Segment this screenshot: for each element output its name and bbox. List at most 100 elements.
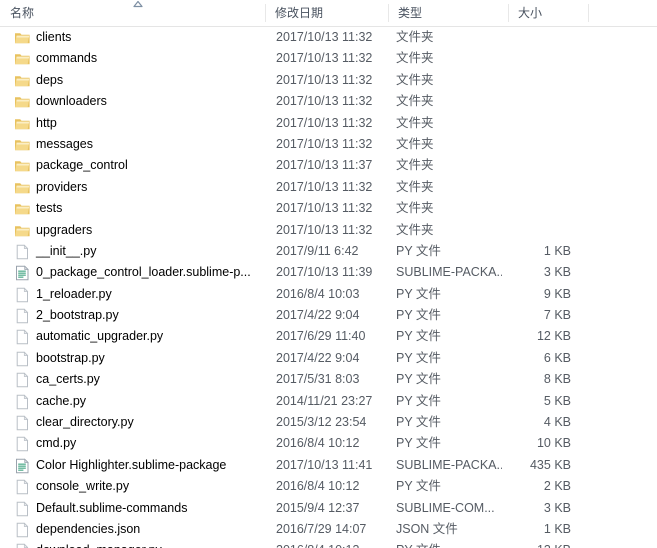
file-name-cell[interactable]: automatic_upgrader.py — [14, 326, 266, 347]
table-row[interactable]: providers 2017/10/13 11:32 文件夹 — [0, 177, 657, 198]
file-type-cell: PY 文件 — [396, 372, 441, 387]
file-size-cell — [498, 220, 578, 241]
file-name-cell[interactable]: cmd.py — [14, 433, 266, 454]
file-date-modified-cell: 2017/10/13 11:32 — [276, 30, 373, 44]
table-row[interactable]: upgraders 2017/10/13 11:32 文件夹 — [0, 220, 657, 241]
table-row[interactable]: dependencies.json 2016/7/29 14:07 JSON 文件 1… — [0, 519, 657, 540]
file-icon — [14, 415, 31, 431]
file-name-cell[interactable]: commands — [14, 48, 266, 69]
file-type-cell: 文件夹 — [396, 201, 434, 216]
file-name-cell[interactable]: clear_directory.py — [14, 412, 266, 433]
file-name-cell[interactable]: bootstrap.py — [14, 348, 266, 369]
table-row[interactable]: deps 2017/10/13 11:32 文件夹 — [0, 70, 657, 91]
table-row[interactable]: Default.sublime-commands 2015/9/4 12:37 SU… — [0, 498, 657, 519]
file-size-cell: 1 KB — [543, 243, 571, 258]
file-date-modified-cell: 2014/11/21 23:27 — [276, 393, 373, 408]
file-size-cell — [498, 134, 578, 155]
file-name-label: 0_package_control_loader.sublime-p... — [36, 265, 251, 280]
file-type-cell: PY 文件 — [396, 286, 441, 301]
file-name-cell[interactable]: http — [14, 113, 266, 134]
table-row[interactable]: bootstrap.py 2017/4/22 9:04 PY 文件 6 KB — [0, 348, 657, 369]
folder-icon — [14, 158, 31, 174]
file-name-label: 1_reloader.py — [36, 286, 112, 301]
file-name-cell[interactable]: downloaders — [14, 91, 266, 112]
folder-icon — [14, 51, 31, 67]
column-header-type[interactable]: 类型 — [388, 0, 508, 26]
file-date-modified-cell: 2017/10/13 11:32 — [276, 115, 373, 130]
file-size-cell — [498, 48, 578, 69]
file-name-cell[interactable]: cache.py — [14, 391, 266, 412]
file-type-cell: JSON 文件 — [396, 521, 458, 536]
table-row[interactable]: clients 2017/10/13 11:32 文件夹 — [0, 27, 657, 48]
table-row[interactable]: clear_directory.py 2015/3/12 23:54 PY 文件 4 … — [0, 412, 657, 433]
file-type-cell: 文件夹 — [396, 222, 434, 237]
file-size-cell: 3 KB — [543, 500, 571, 515]
file-name-cell[interactable]: 1_reloader.py — [14, 284, 266, 305]
file-name-cell[interactable]: tests — [14, 198, 266, 219]
file-type-cell: PY 文件 — [396, 479, 441, 494]
file-date-modified-cell: 2017/10/13 11:32 — [276, 136, 373, 151]
table-row[interactable]: download_manager.py 2016/8/4 10:13 PY 文件13… — [0, 540, 657, 548]
file-date-modified-cell: 2017/10/13 11:32 — [276, 94, 373, 109]
file-name-cell[interactable]: deps — [14, 70, 266, 91]
table-row[interactable]: tests 2017/10/13 11:32 文件夹 — [0, 198, 657, 219]
file-list[interactable]: clients 2017/10/13 11:32 文件夹 commands 2017/1… — [0, 27, 657, 548]
table-row[interactable]: cmd.py 2016/8/4 10:12 PY 文件 10 KB — [0, 433, 657, 454]
file-name-cell[interactable]: dependencies.json — [14, 519, 266, 540]
file-name-cell[interactable]: download_manager.py — [14, 540, 266, 548]
package-icon — [14, 458, 31, 474]
column-header-size[interactable]: 大小 — [508, 0, 588, 26]
file-name-label: messages — [36, 136, 93, 151]
column-header-date-modified[interactable]: 修改日期 — [265, 0, 388, 26]
file-type-cell: SUBLIME-PACKA... — [396, 457, 502, 472]
file-size-cell: 4 KB — [543, 415, 571, 430]
table-row[interactable]: downloaders 2017/10/13 11:32 文件夹 — [0, 91, 657, 112]
file-name-cell[interactable]: messages — [14, 134, 266, 155]
file-name-cell[interactable]: providers — [14, 177, 266, 198]
column-header-empty-tail[interactable] — [588, 0, 657, 26]
file-type-cell: 文件夹 — [396, 136, 434, 151]
file-name-cell[interactable]: 0_package_control_loader.sublime-p... — [14, 262, 266, 283]
file-name-cell[interactable]: Default.sublime-commands — [14, 498, 266, 519]
table-row[interactable]: package_control 2017/10/13 11:37 文件夹 — [0, 155, 657, 176]
sort-ascending-icon — [131, 0, 145, 8]
file-type-cell: PY 文件 — [396, 540, 502, 548]
table-row[interactable]: messages 2017/10/13 11:32 文件夹 — [0, 134, 657, 155]
file-icon — [14, 351, 31, 367]
file-name-cell[interactable]: ca_certs.py — [14, 369, 266, 390]
file-date-modified-cell: 2017/5/31 8:03 — [276, 372, 360, 387]
table-row[interactable]: 0_package_control_loader.sublime-p... 201… — [0, 262, 657, 283]
file-name-cell[interactable]: package_control — [14, 155, 266, 176]
file-size-cell: 9 KB — [543, 286, 571, 301]
file-name-label: downloaders — [36, 94, 107, 109]
file-type-cell: SUBLIME-COM... — [396, 500, 495, 515]
file-size-cell: 3 KB — [543, 265, 571, 280]
folder-icon — [14, 30, 31, 46]
file-name-cell[interactable]: 2_bootstrap.py — [14, 305, 266, 326]
table-row[interactable]: cache.py 2014/11/21 23:27 PY 文件 5 KB — [0, 391, 657, 412]
table-row[interactable]: console_write.py 2016/8/4 10:12 PY 文件 2 KB — [0, 476, 657, 497]
table-row[interactable]: 1_reloader.py 2016/8/4 10:03 PY 文件 9 KB — [0, 284, 657, 305]
file-name-cell[interactable]: clients — [14, 27, 266, 48]
file-icon — [14, 372, 31, 388]
file-size-cell: 8 KB — [543, 372, 571, 387]
file-date-modified-cell: 2015/9/4 12:37 — [276, 500, 360, 515]
folder-icon — [14, 73, 31, 89]
file-type-cell: PY 文件 — [396, 415, 441, 430]
file-name-label: deps — [36, 72, 64, 87]
table-row[interactable]: 2_bootstrap.py 2017/4/22 9:04 PY 文件 7 KB — [0, 305, 657, 326]
table-row[interactable]: http 2017/10/13 11:32 文件夹 — [0, 113, 657, 134]
file-name-cell[interactable]: __init__.py — [14, 241, 266, 262]
table-row[interactable]: ca_certs.py 2017/5/31 8:03 PY 文件 8 KB — [0, 369, 657, 390]
folder-icon — [14, 137, 31, 153]
table-row[interactable]: Color Highlighter.sublime-package 2017/10… — [0, 455, 657, 476]
file-name-cell[interactable]: console_write.py — [14, 476, 266, 497]
table-row[interactable]: commands 2017/10/13 11:32 文件夹 — [0, 48, 657, 69]
column-header-date-modified-label: 修改日期 — [275, 6, 324, 20]
file-date-modified-cell: 2016/8/4 10:12 — [276, 436, 360, 451]
file-size-cell: 10 KB — [536, 436, 571, 451]
file-name-cell[interactable]: upgraders — [14, 220, 266, 241]
table-row[interactable]: __init__.py 2017/9/11 6:42 PY 文件 1 KB — [0, 241, 657, 262]
table-row[interactable]: automatic_upgrader.py 2017/6/29 11:40 PY 文… — [0, 326, 657, 347]
file-name-cell[interactable]: Color Highlighter.sublime-package — [14, 455, 266, 476]
